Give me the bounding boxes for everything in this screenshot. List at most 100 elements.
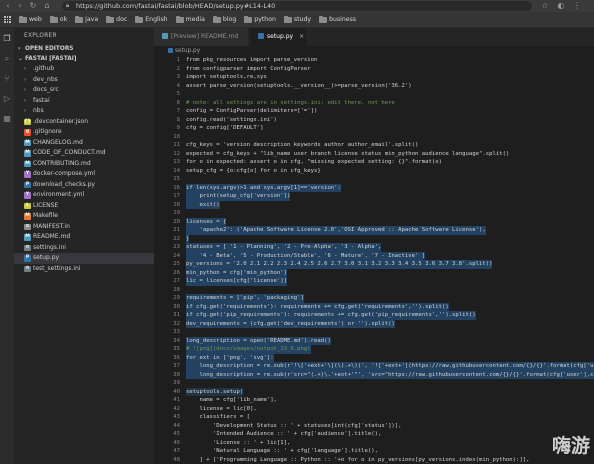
explorer-icon[interactable]: ❐ [2, 34, 12, 44]
txt-file-icon: ≡ [24, 223, 31, 230]
python-file-icon [168, 47, 173, 53]
line-number: 47 [173, 448, 180, 454]
star-icon[interactable]: ☆ [540, 1, 550, 11]
code-line: 8 config.read('settings.ini') [154, 116, 594, 125]
watermark: 嗨游 [551, 435, 590, 457]
bookmark-item[interactable]: English [135, 15, 168, 23]
tree-folder[interactable]: › nbs [14, 106, 154, 117]
bookmark-label: business [329, 16, 357, 23]
reload-icon[interactable]: ↻ [28, 1, 38, 11]
line-text: cfg_keys = 'version description keywords… [186, 142, 419, 148]
tree-item-label: Makefile [33, 212, 58, 219]
code-line: 22} [154, 234, 594, 243]
bookmark-label: java [85, 16, 99, 23]
lock-icon: 🔒︎ [66, 2, 70, 9]
forward-icon[interactable]: › [15, 1, 25, 11]
line-number: 11 [173, 142, 180, 148]
bookmark-item[interactable]: study [283, 15, 311, 23]
extension-icon[interactable]: ◐ [556, 1, 566, 11]
close-icon[interactable]: × [299, 33, 304, 40]
file-tree: › .github › dev_nbs › docs_src › fastai › nbs{} .d… [14, 64, 154, 274]
code-line: 38 long_description = re.sub(r'src="(.+)… [154, 370, 594, 379]
line-text: from configparser import ConfigParser [186, 65, 311, 72]
tree-file[interactable]: g .gitignore [14, 127, 154, 138]
open-editors-section[interactable]: › OPEN EDITORS [14, 44, 154, 54]
editor-tab[interactable]: setup.py × [250, 28, 306, 46]
bookmarks-bar: web ok java doc English media blog python study b… [0, 12, 594, 28]
line-number: 19 [173, 210, 180, 216]
tree-file[interactable]: ⚙ test_settings.ini [14, 264, 154, 275]
apps-shortcut[interactable] [4, 16, 11, 23]
tree-item-label: dev_nbs [33, 75, 58, 83]
browser-toolbar: ‹ › ↻ ⌂ 🔒︎ https://github.com/fastai/fas… [0, 0, 594, 12]
py-file-icon: P [24, 255, 31, 262]
line-text: exit() [186, 200, 220, 209]
bookmark-item[interactable]: python [244, 15, 276, 23]
bookmark-label: ok [59, 16, 68, 23]
bookmark-item[interactable]: java [75, 15, 99, 23]
code-line: 35 # ![png](docs/images/output_13_0.png) [154, 345, 594, 354]
bookmark-label: python [254, 16, 276, 23]
code-editor[interactable]: 1 from pkg_resources import parse_version… [154, 56, 594, 464]
line-number: 43 [173, 414, 180, 420]
line-text: for o in expected: assert o in cfg, "mis… [186, 159, 442, 165]
code-line: 39 [154, 379, 594, 388]
tree-folder[interactable]: › docs_src [14, 85, 154, 96]
line-number: 39 [173, 380, 180, 386]
tree-file[interactable]: Pdownload_checks.py [14, 180, 154, 191]
url-bar[interactable]: 🔒︎ https://github.com/fastai/fastai/blob… [62, 1, 532, 11]
tree-folder[interactable]: › fastai [14, 96, 154, 107]
tree-file[interactable]: Ydocker-compose.yml [14, 169, 154, 180]
code-line: 10 [154, 133, 594, 142]
md-file-icon: M [24, 160, 31, 167]
breadcrumb-file: setup.py [175, 48, 201, 54]
breadcrumb[interactable]: setup.py [154, 46, 594, 56]
bookmark-item[interactable]: web [19, 15, 42, 23]
extensions-icon[interactable]: ▦ [2, 114, 12, 124]
tree-file[interactable]: M Makefile [14, 211, 154, 222]
tree-file[interactable]: ⚙ settings.ini [14, 243, 154, 254]
line-number: 31 [173, 312, 180, 318]
tree-item-label: docker-compose.yml [33, 170, 96, 177]
bookmark-item[interactable]: business [319, 15, 357, 23]
tree-file[interactable]: M README.md [14, 232, 154, 243]
tree-file[interactable]: M CODE_OF_CONDUCT.md [14, 148, 154, 159]
home-icon[interactable]: ⌂ [42, 1, 52, 11]
bookmark-item[interactable]: doc [106, 15, 127, 23]
tree-folder[interactable]: › dev_nbs [14, 75, 154, 86]
git-file-icon: g [24, 129, 31, 136]
tree-item-label: CHANGELOG.md [33, 138, 83, 146]
search-icon[interactable]: ⌕ [2, 54, 12, 64]
tree-file[interactable]: L LICENSE [14, 201, 154, 212]
code-line: 18 exit() [154, 200, 594, 209]
run-debug-icon[interactable]: ▷ [2, 94, 12, 104]
editor-tab[interactable]: [Preview] README.md [154, 28, 248, 46]
line-text: for ext in ['png', 'svg']: [186, 353, 274, 362]
line-text: # ![png](docs/images/output_13_0.png) [186, 345, 311, 354]
tree-item-label: download_checks.py [33, 180, 95, 188]
line-text: 'apache2': ('Apache Software License 2.0… [186, 226, 486, 235]
chevron-right-icon: › [24, 97, 26, 104]
bookmark-item[interactable]: media [175, 15, 205, 23]
tree-folder[interactable]: › .github [14, 64, 154, 75]
source-control-icon[interactable]: ⑂ [2, 74, 12, 84]
bookmark-item[interactable]: blog [212, 15, 236, 23]
line-number: 23 [173, 244, 180, 250]
back-icon[interactable]: ‹ [3, 1, 13, 11]
tree-file[interactable]: M CHANGELOG.md [14, 138, 154, 149]
project-root-section[interactable]: ⌄ FASTAI [FASTAI] [14, 54, 154, 64]
tree-file[interactable]: {} .devcontainer.json [14, 117, 154, 128]
folder-icon [135, 15, 144, 23]
code-line: 41 name = cfg['lib_name'], [154, 396, 594, 405]
tree-file[interactable]: M CONTRIBUTING.md [14, 159, 154, 170]
bookmark-item[interactable]: ok [49, 15, 68, 23]
code-line: 28 [154, 286, 594, 295]
line-text: license = lic[0], [186, 405, 257, 412]
tree-file[interactable]: Yenvironment.yml [14, 190, 154, 201]
tree-file[interactable]: Psetup.py [14, 253, 154, 264]
line-text: cfg = config['DEFAULT'] [186, 125, 264, 131]
menu-icon[interactable]: ⋮ [572, 1, 582, 11]
line-number: 26 [173, 269, 180, 276]
tree-file[interactable]: ≡ MANIFEST.in [14, 222, 154, 233]
folder-icon [244, 15, 253, 23]
